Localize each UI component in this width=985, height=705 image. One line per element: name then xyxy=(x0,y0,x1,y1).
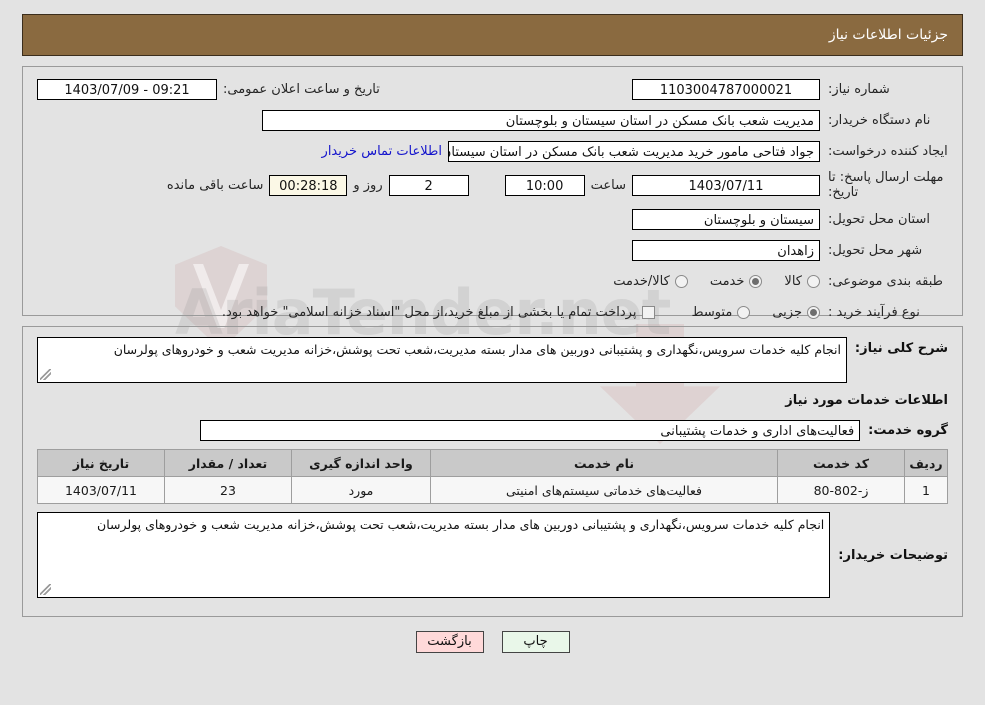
footer-actions: چاپ بازگشت xyxy=(0,631,985,653)
summary-textarea[interactable]: انجام کلیه خدمات سرویس،نگهداری و پشتیبان… xyxy=(37,337,847,383)
buyer-contact-link[interactable]: اطلاعات تماس خریدار xyxy=(316,144,448,159)
process-option-motevaset[interactable]: متوسط xyxy=(691,304,751,320)
category-option-label: کالا/خدمت xyxy=(613,273,670,289)
cell-quantity: 23 xyxy=(164,476,292,504)
category-option-kala[interactable]: کالا xyxy=(784,274,820,289)
deadline-hour-value: 10:00 xyxy=(504,174,585,196)
row-province: استان محل تحویل: سیستان و بلوچستان xyxy=(37,207,948,231)
process-option-jozee[interactable]: جزیی xyxy=(772,305,820,320)
deadline-date-value: 1403/07/11 xyxy=(632,174,820,196)
row-process: نوع فرآیند خرید : جزیی متوسط پرداخت تمام… xyxy=(37,300,948,324)
row-need-number: شماره نیاز: 1103004787000021 تاریخ و ساع… xyxy=(37,77,948,101)
creator-label: ایجاد کننده درخواست: xyxy=(828,143,948,159)
radio-icon[interactable] xyxy=(737,305,751,319)
buyer-org-label: نام دستگاه خریدار: xyxy=(828,112,931,128)
col-unit: واحد اندازه گیری xyxy=(291,449,431,477)
cell-need-date: 1403/07/11 xyxy=(37,476,165,504)
hour-label: ساعت xyxy=(590,177,626,193)
services-table: ردیف کد خدمت نام خدمت واحد اندازه گیری ت… xyxy=(37,449,948,504)
row-city: شهر محل تحویل: زاهدان xyxy=(37,238,948,262)
treasury-note: پرداخت تمام یا بخشی از مبلغ خرید،از محل … xyxy=(221,304,637,320)
category-radio-group: کالا خدمت کالا/خدمت xyxy=(591,274,820,289)
city-value: زاهدان xyxy=(632,239,820,261)
services-section-title: اطلاعات خدمات مورد نیاز xyxy=(785,393,948,408)
row-summary: شرح کلی نیاز: انجام کلیه خدمات سرویس،نگه… xyxy=(37,337,948,383)
remaining-hours-label: ساعت باقی مانده xyxy=(166,177,264,193)
radio-icon[interactable] xyxy=(749,274,763,288)
back-button[interactable]: بازگشت xyxy=(415,631,484,653)
radio-icon[interactable] xyxy=(674,274,688,288)
buyer-notes-label: توضیحات خریدار: xyxy=(838,548,948,563)
category-option-label: کالا xyxy=(784,273,802,289)
need-number-label: شماره نیاز: xyxy=(828,81,890,97)
row-buyer-notes: توضیحات خریدار: انجام کلیه خدمات سرویس،ن… xyxy=(37,512,948,598)
need-number-value: 1103004787000021 xyxy=(632,78,820,100)
process-option-label: متوسط xyxy=(691,304,733,320)
category-label: طبقه بندی موضوعی: xyxy=(828,273,944,289)
radio-icon[interactable] xyxy=(807,305,820,319)
cell-service-code: ز-802-80 xyxy=(777,476,905,504)
process-option-label: جزیی xyxy=(772,304,802,320)
print-button[interactable]: چاپ xyxy=(501,631,570,653)
city-label: شهر محل تحویل: xyxy=(828,242,923,258)
announce-label: تاریخ و ساعت اعلان عمومی: xyxy=(223,81,380,97)
process-radio-group: جزیی متوسط xyxy=(669,305,820,320)
need-details-panel: شرح کلی نیاز: انجام کلیه خدمات سرویس،نگه… xyxy=(22,326,963,617)
row-category: طبقه بندی موضوعی: کالا خدمت کالا/خدمت xyxy=(37,269,948,293)
remaining-days-value: 2 xyxy=(388,174,469,196)
row-creator: ایجاد کننده درخواست: جواد فتاحی مامور خر… xyxy=(37,139,948,163)
cell-service-name: فعالیت‌های خدماتی سیستم‌های امنیتی xyxy=(430,476,778,504)
radio-icon[interactable] xyxy=(807,274,820,288)
cell-row-no: 1 xyxy=(904,476,948,504)
col-service-name: نام خدمت xyxy=(430,449,778,477)
col-quantity: تعداد / مقدار xyxy=(164,449,292,477)
category-option-khedmat[interactable]: خدمت xyxy=(710,274,763,289)
page-title: جزئیات اطلاعات نیاز xyxy=(828,27,948,43)
buyer-notes-textarea[interactable]: انجام کلیه خدمات سرویس،نگهداری و پشتیبان… xyxy=(37,512,831,598)
cell-unit: مورد xyxy=(291,476,431,504)
row-deadline: مهلت ارسال پاسخ: تا تاریخ: 1403/07/11 سا… xyxy=(37,170,948,200)
page-header: جزئیات اطلاعات نیاز xyxy=(22,14,963,56)
announce-value: 09:21 - 1403/07/09 xyxy=(37,78,217,100)
days-label: روز و xyxy=(353,177,383,193)
province-value: سیستان و بلوچستان xyxy=(632,208,820,230)
deadline-label: مهلت ارسال پاسخ: تا تاریخ: xyxy=(828,170,944,200)
col-need-date: تاریخ نیاز xyxy=(37,449,165,477)
table-header-row: ردیف کد خدمت نام خدمت واحد اندازه گیری ت… xyxy=(37,449,948,477)
process-label: نوع فرآیند خرید : xyxy=(828,304,920,320)
category-option-label: خدمت xyxy=(709,273,745,289)
treasury-checkbox[interactable] xyxy=(642,305,656,319)
countdown-timer: 00:28:18 xyxy=(269,174,348,196)
col-row-no: ردیف xyxy=(904,449,948,477)
province-label: استان محل تحویل: xyxy=(828,211,930,227)
need-info-panel: شماره نیاز: 1103004787000021 تاریخ و ساع… xyxy=(22,66,963,320)
category-option-kala-khedmat[interactable]: کالا/خدمت xyxy=(613,274,688,289)
summary-label: شرح کلی نیاز: xyxy=(854,341,948,356)
col-service-code: کد خدمت xyxy=(777,449,905,477)
service-group-value: فعالیت‌های اداری و خدمات پشتیبانی xyxy=(200,419,861,441)
row-buyer-org: نام دستگاه خریدار: مدیریت شعب بانک مسکن … xyxy=(37,108,948,132)
table-row: 1 ز-802-80 فعالیت‌های خدماتی سیستم‌های ا… xyxy=(37,476,948,504)
creator-value: جواد فتاحی مامور خرید مدیریت شعب بانک مس… xyxy=(448,140,820,162)
service-group-label: گروه خدمت: xyxy=(868,422,948,438)
row-service-group: گروه خدمت: فعالیت‌های اداری و خدمات پشتی… xyxy=(37,418,948,442)
buyer-org-value: مدیریت شعب بانک مسکن در استان سیستان و ب… xyxy=(262,109,820,131)
